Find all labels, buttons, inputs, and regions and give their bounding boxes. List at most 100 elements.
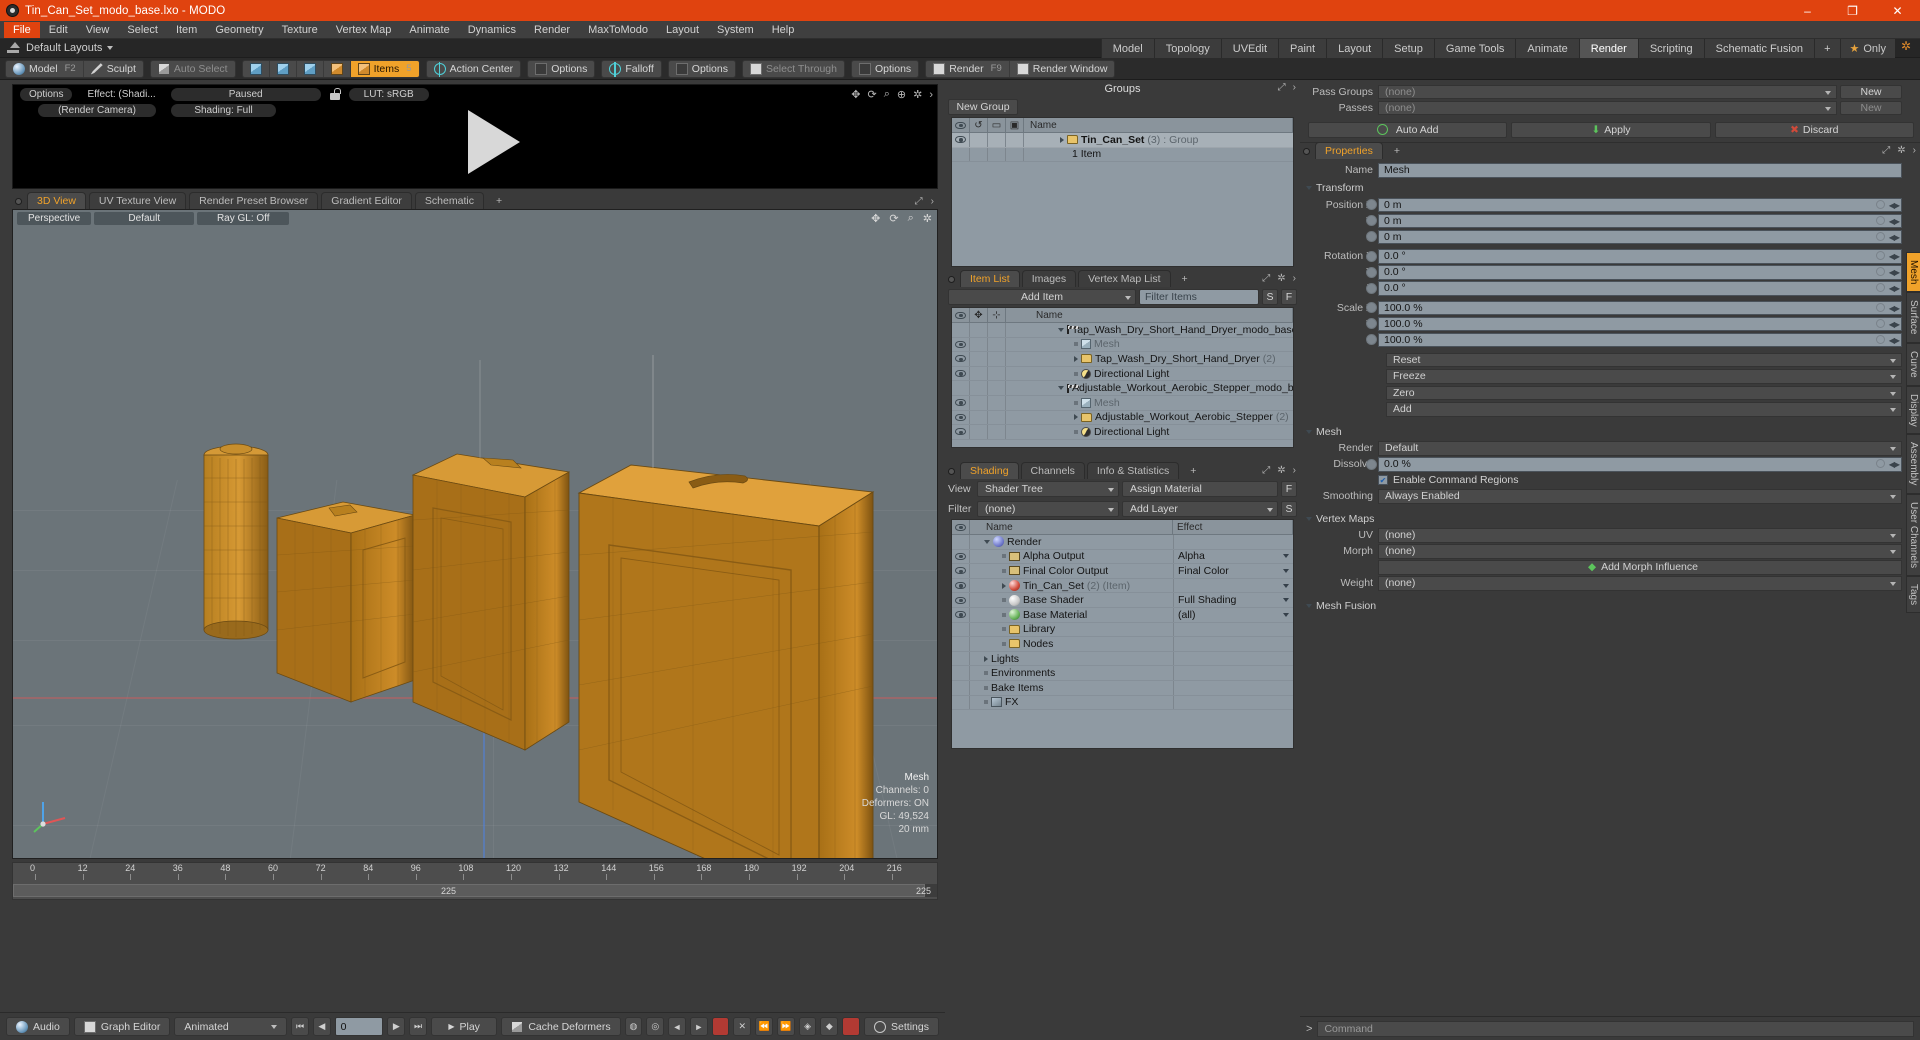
shader-effect-cell[interactable]: [1173, 695, 1293, 710]
unlock-icon[interactable]: [328, 88, 342, 101]
property-animate-icon[interactable]: [1876, 267, 1885, 276]
viewport-projection-button[interactable]: Perspective: [17, 212, 92, 225]
property-stepper[interactable]: ◀▶: [1889, 284, 1900, 293]
layout-tab-schematic-fusion[interactable]: Schematic Fusion: [1703, 39, 1815, 58]
visibility-toggle[interactable]: [952, 622, 970, 637]
weight-dropdown[interactable]: (none): [1378, 576, 1902, 591]
only-toggle[interactable]: ★ Only: [1839, 39, 1895, 58]
maximize-button[interactable]: ❐: [1830, 0, 1875, 21]
item-move-cell[interactable]: [970, 323, 988, 337]
shader-tree-row[interactable]: Environments: [952, 666, 1293, 681]
item-axis-cell[interactable]: [988, 352, 1006, 366]
chevron-down-icon[interactable]: [1283, 598, 1289, 603]
property-animate-icon[interactable]: [1876, 215, 1885, 225]
transform-add-dropdown[interactable]: Add: [1386, 402, 1902, 417]
render-camera-button[interactable]: (Render Camera): [38, 104, 156, 117]
visibility-toggle[interactable]: [952, 366, 970, 381]
graph-editor-button[interactable]: Graph Editor: [73, 1017, 171, 1036]
property-knob[interactable]: [1366, 215, 1377, 226]
toolbar-sculpt-button[interactable]: Sculpt: [84, 61, 143, 77]
item-axis-cell[interactable]: [988, 381, 1006, 395]
go-to-start-button[interactable]: ⏮: [291, 1017, 309, 1036]
property-knob[interactable]: [1366, 282, 1377, 294]
item-list-row[interactable]: Adjustable_Workout_Aerobic_Stepper (2): [952, 410, 1293, 426]
property-value-field[interactable]: 0 m ◀▶: [1366, 213, 1902, 228]
visibility-toggle[interactable]: [952, 680, 970, 695]
item-list-tab-item-list[interactable]: Item List: [960, 270, 1020, 287]
shader-effect-cell[interactable]: Alpha: [1173, 549, 1293, 564]
property-animate-icon[interactable]: [1876, 318, 1885, 328]
expand-icon[interactable]: ⤢: [1262, 465, 1270, 476]
visibility-toggle[interactable]: [952, 666, 970, 680]
property-stepper[interactable]: ◀▶: [1889, 336, 1900, 345]
cache-deformers-button[interactable]: Cache Deformers: [501, 1017, 621, 1036]
group-render-cell[interactable]: [1006, 133, 1024, 147]
visibility-toggle[interactable]: [952, 133, 970, 147]
menu-item-view[interactable]: View: [77, 22, 119, 38]
menu-item-texture[interactable]: Texture: [273, 22, 327, 38]
visibility-toggle[interactable]: [952, 593, 970, 607]
visibility-toggle[interactable]: [952, 564, 970, 578]
visibility-toggle[interactable]: [952, 637, 970, 651]
visibility-toggle[interactable]: [952, 381, 970, 395]
toolbar-items-button[interactable]: Items 5: [350, 60, 419, 77]
filter-button[interactable]: ◆: [820, 1017, 839, 1036]
item-axis-cell[interactable]: [988, 395, 1006, 410]
play-preview-icon[interactable]: [468, 110, 520, 174]
shader-effect-cell[interactable]: [1173, 680, 1293, 695]
layout-tab-uvedit[interactable]: UVEdit: [1220, 39, 1279, 58]
filter-f-button[interactable]: F: [1281, 289, 1297, 305]
discard-button[interactable]: ✖ Discard: [1714, 121, 1914, 138]
property-value-field[interactable]: 100.0 % ◀▶: [1366, 332, 1902, 347]
lut-button[interactable]: LUT: sRGB: [348, 88, 429, 101]
chevron-down-icon[interactable]: [1283, 554, 1289, 559]
toolbar-falloff-button[interactable]: Falloff: [602, 61, 660, 77]
item-list-row[interactable]: Directional Light: [952, 425, 1293, 440]
property-animate-icon[interactable]: [1876, 283, 1885, 292]
step-forward-button[interactable]: ▶: [387, 1017, 406, 1036]
chevron-right-icon[interactable]: ›: [1293, 465, 1296, 476]
viewport-tab-uv-texture-view[interactable]: UV Texture View: [88, 192, 187, 209]
item-list-row[interactable]: Tap_Wash_Dry_Short_Hand_Dryer_modo_base.…: [952, 323, 1293, 338]
tree-twirl-down-icon[interactable]: [984, 539, 990, 544]
shading-filter-dropdown[interactable]: (none): [977, 501, 1119, 517]
tree-twirl-right-icon[interactable]: [1074, 355, 1078, 362]
menu-item-geometry[interactable]: Geometry: [206, 22, 272, 38]
item-list-row[interactable]: Mesh: [952, 395, 1293, 411]
panel-menu-dot[interactable]: [948, 468, 955, 475]
item-move-cell[interactable]: [970, 381, 988, 395]
layout-tab-layout[interactable]: Layout: [1326, 39, 1383, 58]
transform-freeze-dropdown[interactable]: Freeze: [1386, 369, 1902, 384]
step-back-button[interactable]: ◀: [312, 1017, 331, 1036]
property-value-field[interactable]: 0 m ◀▶: [1366, 229, 1902, 244]
property-knob[interactable]: [1366, 302, 1377, 313]
add-item-button[interactable]: Add Item: [948, 289, 1136, 305]
side-tab-curve[interactable]: Curve: [1906, 342, 1920, 386]
toolbar-edge-mode-button[interactable]: [270, 60, 297, 77]
menu-item-maxtomodo[interactable]: MaxToModo: [579, 22, 657, 38]
preview-effect-label[interactable]: Effect: (Shadi...: [78, 88, 164, 101]
transform-reset-dropdown[interactable]: Reset: [1386, 352, 1902, 367]
home-layout-icon[interactable]: [6, 41, 22, 55]
item-list-row[interactable]: Tap_Wash_Dry_Short_Hand_Dryer (2): [952, 352, 1293, 367]
gear-icon[interactable]: ✲: [1901, 39, 1914, 53]
play-button[interactable]: ▶ Play: [430, 1017, 498, 1036]
auto-add-button[interactable]: Auto Add: [1308, 121, 1508, 138]
item-axis-cell[interactable]: [988, 425, 1006, 439]
menu-item-vertex-map[interactable]: Vertex Map: [327, 22, 401, 38]
mesh-render-dropdown[interactable]: Default: [1378, 441, 1902, 456]
expand-icon[interactable]: ⤢: [1882, 145, 1890, 156]
layout-tab-[interactable]: +: [1814, 39, 1840, 58]
shading-tab-add[interactable]: +: [1181, 463, 1205, 479]
visibility-toggle[interactable]: [952, 535, 970, 549]
visibility-toggle[interactable]: [952, 607, 970, 622]
panel-menu-dot[interactable]: [15, 198, 22, 205]
shading-tab-info-statistics[interactable]: Info & Statistics: [1086, 462, 1180, 479]
shader-tree-row[interactable]: Render: [952, 535, 1293, 550]
layout-tab-animate[interactable]: Animate: [1515, 39, 1579, 58]
item-axis-cell[interactable]: [988, 337, 1006, 352]
vertexmaps-section-header[interactable]: Vertex Maps: [1300, 510, 1920, 527]
item-list-tab-add[interactable]: +: [1173, 271, 1197, 287]
name-field[interactable]: Mesh: [1378, 163, 1902, 178]
shader-effect-cell[interactable]: Final Color: [1173, 564, 1293, 578]
